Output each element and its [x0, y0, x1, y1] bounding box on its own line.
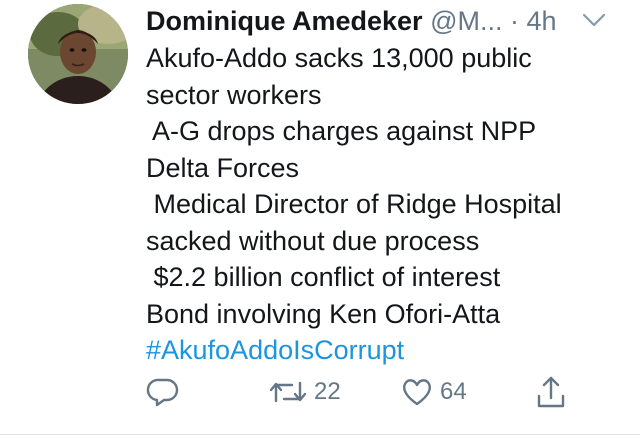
like-button[interactable]: 64 [400, 370, 467, 414]
tweet-text: Akufo-Addo sacks 13,000 public sector wo… [146, 40, 626, 369]
header-separator: · [510, 6, 520, 36]
tweet-text-line: sacked without due process [146, 225, 480, 256]
heart-icon [400, 375, 434, 409]
share-button[interactable] [534, 370, 568, 414]
avatar[interactable] [28, 4, 128, 104]
retweet-icon [268, 375, 308, 409]
reply-icon [146, 375, 180, 409]
hashtag-link[interactable]: #AkufoAddoIsCorrupt [146, 332, 626, 369]
chevron-down-icon[interactable] [582, 12, 606, 28]
retweet-button[interactable]: 22 [268, 370, 341, 414]
like-count: 64 [440, 378, 467, 405]
tweet-text-line: Bond involving Ken Ofori-Atta [146, 298, 501, 329]
author-name[interactable]: Dominique Amedeker [146, 6, 423, 36]
tweet-divider [0, 434, 640, 435]
retweet-count: 22 [314, 378, 341, 405]
avatar-image [28, 4, 128, 104]
tweet-text-line: sector workers [146, 79, 322, 110]
reply-button[interactable] [146, 370, 180, 414]
tweet-text-line: Delta Forces [146, 152, 300, 183]
author-handle[interactable]: @M... [430, 6, 502, 36]
tweet-actions: 22 64 [146, 370, 586, 414]
tweet-timestamp[interactable]: 4h [527, 6, 557, 36]
tweet-text-line: Akufo-Addo sacks 13,000 public [146, 43, 532, 73]
tweet-header: Dominique Amedeker @M... · 4h [146, 4, 626, 38]
tweet-text-line: $2.2 billion conflict of interest [146, 262, 501, 292]
tweet-text-line: Medical Director of Ridge Hospital [146, 189, 562, 219]
tweet-text-line: A-G drops charges against NPP [146, 116, 537, 146]
tweet[interactable]: Dominique Amedeker @M... · 4h Akufo-Addo… [0, 0, 640, 438]
share-icon [534, 374, 568, 410]
